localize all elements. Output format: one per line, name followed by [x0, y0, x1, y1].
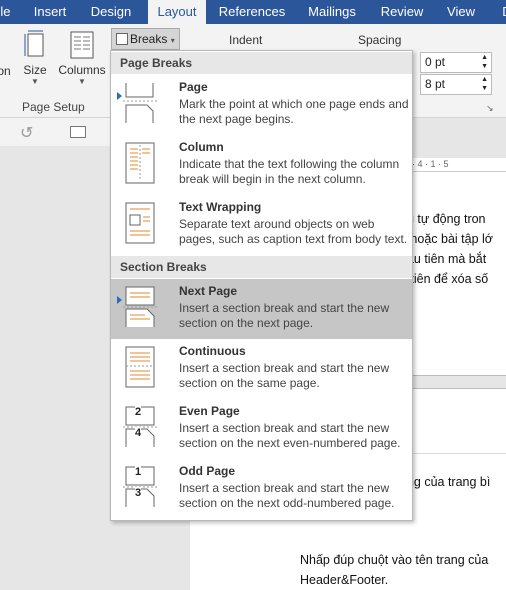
menu-item-desc: Indicate that the text following the col…	[179, 157, 400, 186]
column-break-icon	[125, 142, 155, 184]
indent-label: Indent	[229, 33, 263, 47]
columns-button[interactable]: Columns ▼	[57, 30, 107, 94]
document-text-line: Header&Footer.	[300, 573, 389, 587]
document-text-line: o hoặc bài tập lớ	[400, 232, 493, 246]
dialog-launcher-icon[interactable]: ↘	[486, 103, 494, 114]
columns-icon	[70, 31, 94, 59]
spinner-arrows-icon[interactable]: ▲ ▼	[481, 53, 488, 71]
tab-view[interactable]: View	[438, 0, 484, 24]
navigation-pane-icon[interactable]	[70, 126, 86, 138]
menu-item-desc: Mark the point at which one page ends an…	[179, 97, 409, 126]
menu-item-title: Continuous	[179, 344, 246, 358]
size-icon	[24, 30, 44, 57]
even-page-number: 2	[135, 406, 142, 418]
tab-layout[interactable]: Layout	[148, 0, 206, 24]
breaks-icon	[116, 33, 128, 45]
text-wrapping-icon	[125, 202, 155, 244]
menu-item-desc: Insert a section break and start the new…	[179, 481, 395, 510]
chevron-down-icon: ▾	[170, 36, 175, 45]
menu-item-odd-page[interactable]: 1 3 Odd Page Insert a section break and …	[111, 459, 412, 519]
tab-more[interactable]: D	[492, 0, 506, 24]
menu-item-continuous[interactable]: Continuous Insert a section break and st…	[111, 339, 412, 399]
chevron-down-icon: ▼	[78, 77, 86, 86]
menu-item-desc: Insert a section break and start the new…	[179, 361, 390, 390]
continuous-icon	[125, 346, 155, 388]
menu-item-next-page[interactable]: Next Page Insert a section break and sta…	[111, 279, 412, 339]
columns-label: Columns	[58, 63, 106, 77]
spacing-before-input[interactable]: 0 pt ▲ ▼	[420, 52, 492, 73]
menu-item-desc: Insert a section break and start the new…	[179, 421, 401, 450]
ribbon-tab-bar: File Insert Design Layout References Mai…	[0, 0, 506, 24]
menu-item-column-break[interactable]: Column Indicate that the text following …	[111, 135, 412, 195]
page-break-icon	[123, 83, 157, 123]
document-text-line: ang của trang bì	[400, 475, 491, 489]
odd-page-number: 1	[135, 466, 142, 478]
tab-file[interactable]: File	[0, 0, 20, 24]
page-breaks-header: Page Breaks	[111, 52, 412, 74]
document-text-line: u tiên để xóa số	[400, 272, 489, 286]
size-label: Size	[23, 63, 47, 77]
menu-item-desc: Insert a section break and start the new…	[179, 301, 390, 330]
tab-mailings[interactable]: Mailings	[298, 0, 366, 24]
odd-page-number: 3	[135, 487, 142, 499]
page-setup-group-label: Page Setup	[22, 100, 85, 114]
tab-review[interactable]: Review	[374, 0, 430, 24]
menu-item-even-page[interactable]: 2 4 Even Page Insert a section break and…	[111, 399, 412, 459]
orientation-label: on	[0, 64, 11, 78]
spacing-before-value: 0 pt	[425, 55, 446, 69]
section-breaks-header: Section Breaks	[111, 256, 412, 278]
menu-item-title: Odd Page	[179, 464, 236, 478]
menu-item-title: Column	[179, 140, 224, 154]
orientation-button[interactable]: on	[0, 64, 14, 78]
pointer-icon	[117, 92, 122, 100]
breaks-button[interactable]: Breaks ▾	[111, 28, 180, 50]
menu-item-desc: Separate text around objects on web page…	[179, 217, 408, 246]
tab-design[interactable]: Design	[82, 0, 140, 24]
spacing-label: Spacing	[358, 33, 402, 47]
breaks-dropdown-menu: Page Breaks Page Mark the point at which…	[110, 50, 413, 521]
chevron-down-icon: ▼	[31, 77, 39, 86]
spacing-after-input[interactable]: 8 pt ▲ ▼	[420, 74, 492, 95]
menu-item-title: Page	[179, 80, 208, 94]
next-page-icon	[123, 286, 157, 327]
tab-references[interactable]: References	[214, 0, 290, 24]
menu-item-title: Even Page	[179, 404, 240, 418]
menu-item-text-wrapping-break[interactable]: Text Wrapping Separate text around objec…	[111, 195, 412, 255]
menu-item-title: Next Page	[179, 284, 238, 298]
even-page-number: 4	[135, 427, 142, 439]
spinner-arrows-icon[interactable]: ▲ ▼	[481, 75, 488, 93]
document-text-line: Nhấp đúp chuột vào tên trang của	[300, 553, 489, 567]
menu-item-page-break[interactable]: Page Mark the point at which one page en…	[111, 75, 412, 135]
spacing-after-value: 8 pt	[425, 77, 446, 91]
tab-insert[interactable]: Insert	[24, 0, 76, 24]
refresh-icon[interactable]: ↺	[20, 123, 33, 143]
ruler-numbers: · 4 · 1 · 5	[412, 159, 449, 169]
breaks-label: Breaks	[130, 32, 168, 46]
size-button[interactable]: Size ▼	[20, 30, 50, 94]
pointer-icon	[117, 296, 122, 304]
menu-item-title: Text Wrapping	[179, 200, 262, 214]
